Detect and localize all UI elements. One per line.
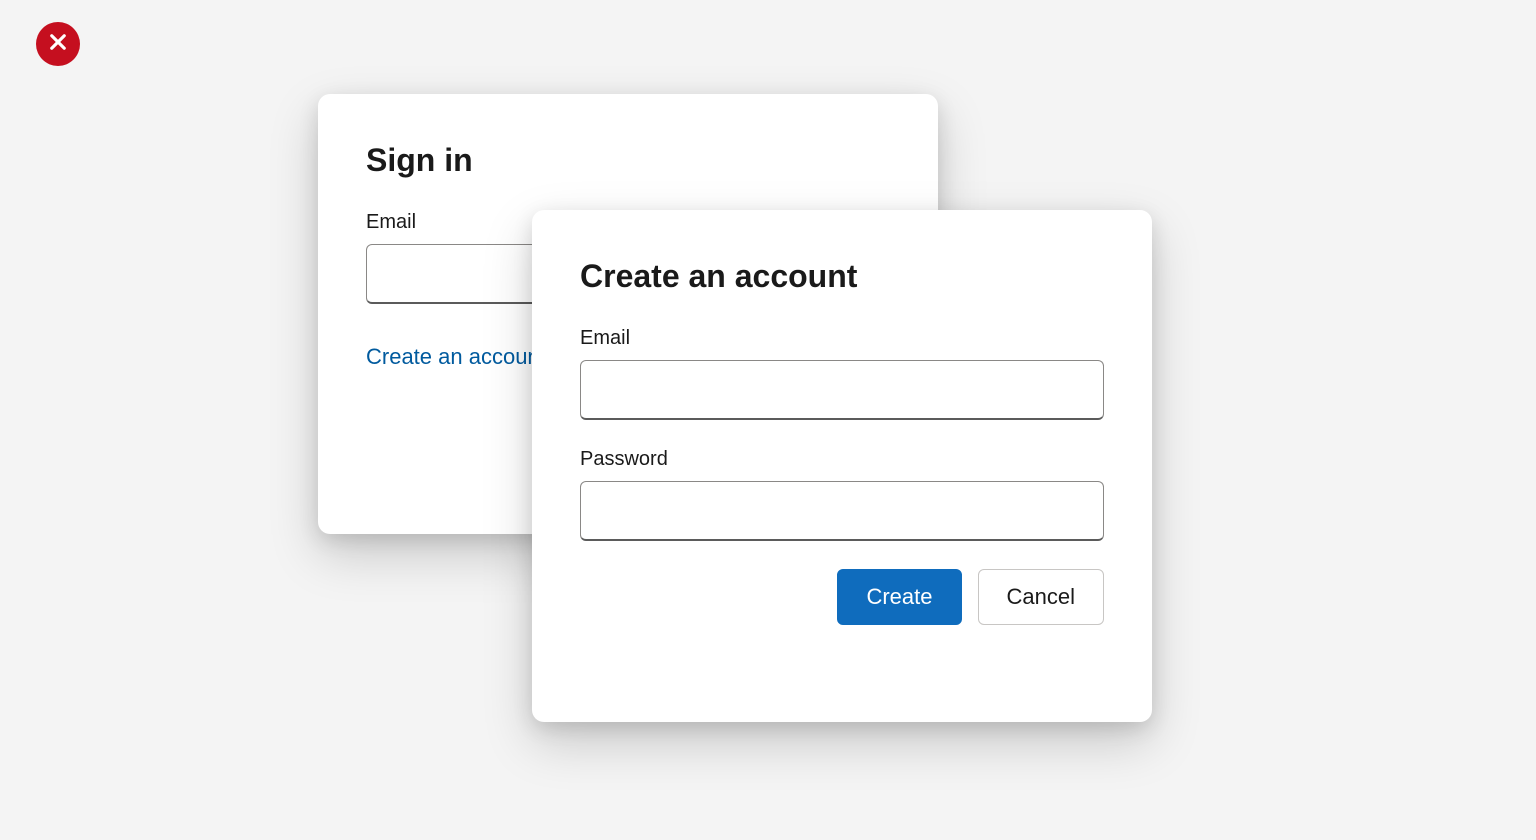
create-account-dialog: Create an account Email Password Create … bbox=[532, 210, 1152, 722]
create-email-label: Email bbox=[580, 327, 1104, 350]
create-account-link[interactable]: Create an account bbox=[366, 344, 546, 370]
sign-in-title: Sign in bbox=[366, 142, 890, 179]
error-badge bbox=[36, 22, 80, 66]
create-account-title: Create an account bbox=[580, 258, 1104, 295]
create-account-buttons: Create Cancel bbox=[580, 569, 1104, 625]
cancel-button[interactable]: Cancel bbox=[978, 569, 1104, 625]
create-password-group: Password bbox=[580, 448, 1104, 541]
create-email-input[interactable] bbox=[580, 360, 1104, 420]
close-icon bbox=[48, 32, 68, 57]
create-email-group: Email bbox=[580, 327, 1104, 420]
create-button[interactable]: Create bbox=[837, 569, 961, 625]
create-password-input[interactable] bbox=[580, 481, 1104, 541]
create-password-label: Password bbox=[580, 448, 1104, 471]
